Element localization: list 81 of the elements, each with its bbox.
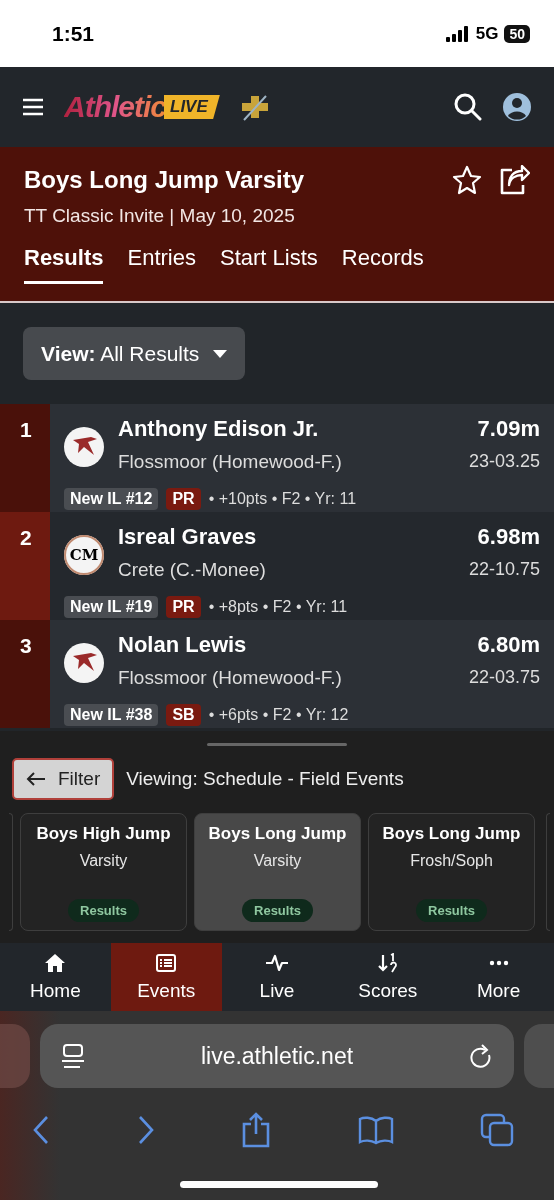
result-mark: 6.98m: [476, 524, 540, 551]
clock-time: 1:51: [52, 21, 95, 46]
event-card[interactable]: Boys High Jump Varsity Results: [20, 813, 187, 931]
search-icon[interactable]: [454, 93, 482, 121]
battery-indicator: 50: [504, 24, 530, 43]
ranking-tag: New IL #38: [64, 703, 159, 726]
event-tab[interactable]: Entries: [127, 245, 196, 284]
share-icon[interactable]: [498, 165, 530, 195]
viewing-label: Viewing: Schedule - Field Events: [126, 768, 404, 790]
result-details: • +10pts • F2 • Yr: 11: [208, 489, 357, 508]
result-details: • +6pts • F2 • Yr: 12: [208, 705, 349, 724]
arrow-left-icon: [26, 771, 46, 787]
status-tag: Results: [68, 899, 139, 922]
imperial-mark: 22-10.75: [468, 558, 540, 581]
result-card[interactable]: Anthony Edison Jr. 7.09m Flossmoor (Homewood-F.) 23-03.25 New IL #12 PR • +10pts • F2 • Yr: 11: [50, 404, 554, 512]
place-number: 2: [0, 512, 50, 620]
result-card[interactable]: Nolan Lewis 6.80m Flossmoor (Homewood-F.) 22-03.75 New IL #38 SB • +6pts • F2 • Yr: 12: [50, 620, 554, 728]
forward-icon[interactable]: [136, 1115, 155, 1145]
live-badge: LIVE: [164, 95, 220, 119]
place-number: 3: [0, 620, 50, 728]
nav-tab[interactable]: More: [443, 943, 554, 1011]
network-label: 5G: [475, 23, 499, 44]
sort-icon: [376, 953, 399, 973]
caret-icon: [213, 349, 228, 358]
event-division: Varsity: [253, 852, 302, 870]
best-tag: PR: [166, 487, 201, 510]
nav-tab[interactable]: Home: [0, 943, 111, 1011]
view-dropdown[interactable]: View: All Results: [23, 327, 246, 380]
event-division: Frosh/Soph: [410, 852, 493, 870]
status-tag: Results: [242, 899, 313, 922]
result-mark: 7.09m: [476, 416, 540, 443]
nav-tab[interactable]: Events: [110, 943, 222, 1011]
url-text: live.athletic.net: [199, 1042, 355, 1070]
event-division: Varsity: [79, 852, 128, 870]
home-icon: [44, 953, 67, 973]
pulse-icon: [265, 954, 289, 972]
status-tag: Results: [416, 899, 487, 922]
list-icon: [156, 954, 177, 972]
place-number: 1: [0, 404, 50, 512]
reader-icon[interactable]: [62, 1043, 84, 1069]
book-icon[interactable]: [357, 1115, 394, 1145]
athlete-name: Nolan Lewis: [118, 632, 248, 659]
team-logo: [64, 642, 104, 683]
team-logo: CM: [64, 534, 104, 575]
ranking-tag: New IL #19: [64, 595, 159, 618]
nav-tab[interactable]: Live: [221, 943, 333, 1011]
star-icon[interactable]: [452, 165, 482, 195]
signal-icon: [445, 25, 470, 42]
imperial-mark: 23-03.25: [468, 450, 540, 473]
team-name: Flossmoor (Homewood-F.): [118, 666, 343, 690]
best-tag: PR: [166, 595, 201, 618]
result-card[interactable]: CM Isreal Graves 6.98m Crete (C.-Monee) 22-10.75 New IL #19 PR • +8pts • F2 • Yr: 11: [50, 512, 554, 620]
event-card[interactable]: Boys Long Jump Varsity Results: [194, 813, 361, 931]
team-name: Crete (C.-Monee): [118, 558, 267, 582]
nav-tab[interactable]: Scores: [332, 943, 444, 1011]
ranking-tag: New IL #12: [64, 487, 159, 510]
event-subtitle: TT Classic Invite | May 10, 2025: [24, 205, 296, 227]
result-mark: 6.80m: [476, 632, 540, 659]
event-name: Boys High Jump: [36, 824, 171, 844]
event-tab[interactable]: Records: [341, 245, 424, 284]
team-logo: [64, 426, 104, 467]
result-details: • +8pts • F2 • Yr: 11: [208, 597, 348, 616]
best-tag: SB: [166, 703, 201, 726]
athlete-name: Anthony Edison Jr.: [118, 416, 320, 443]
menu-icon[interactable]: [22, 98, 44, 116]
event-name: Boys Long Jump: [208, 824, 347, 844]
event-tab[interactable]: Start Lists: [219, 245, 318, 284]
reload-icon[interactable]: [470, 1044, 492, 1068]
team-name: Flossmoor (Homewood-F.): [118, 450, 343, 474]
event-card[interactable]: Boys Long Jump Frosh/Soph Results: [368, 813, 535, 931]
athlete-name: Isreal Graves: [118, 524, 258, 551]
back-icon[interactable]: [32, 1115, 50, 1145]
more-icon: [488, 960, 509, 966]
event-title: Boys Long Jump Varsity: [24, 166, 305, 194]
event-tab[interactable]: Results: [24, 245, 104, 284]
filter-button[interactable]: Filter: [12, 758, 115, 800]
event-name: Boys Long Jump: [382, 824, 521, 844]
tabs-icon[interactable]: [480, 1113, 514, 1147]
address-bar[interactable]: live.athletic.net: [40, 1024, 514, 1088]
account-icon[interactable]: [502, 92, 532, 122]
imperial-mark: 22-03.75: [468, 666, 540, 689]
